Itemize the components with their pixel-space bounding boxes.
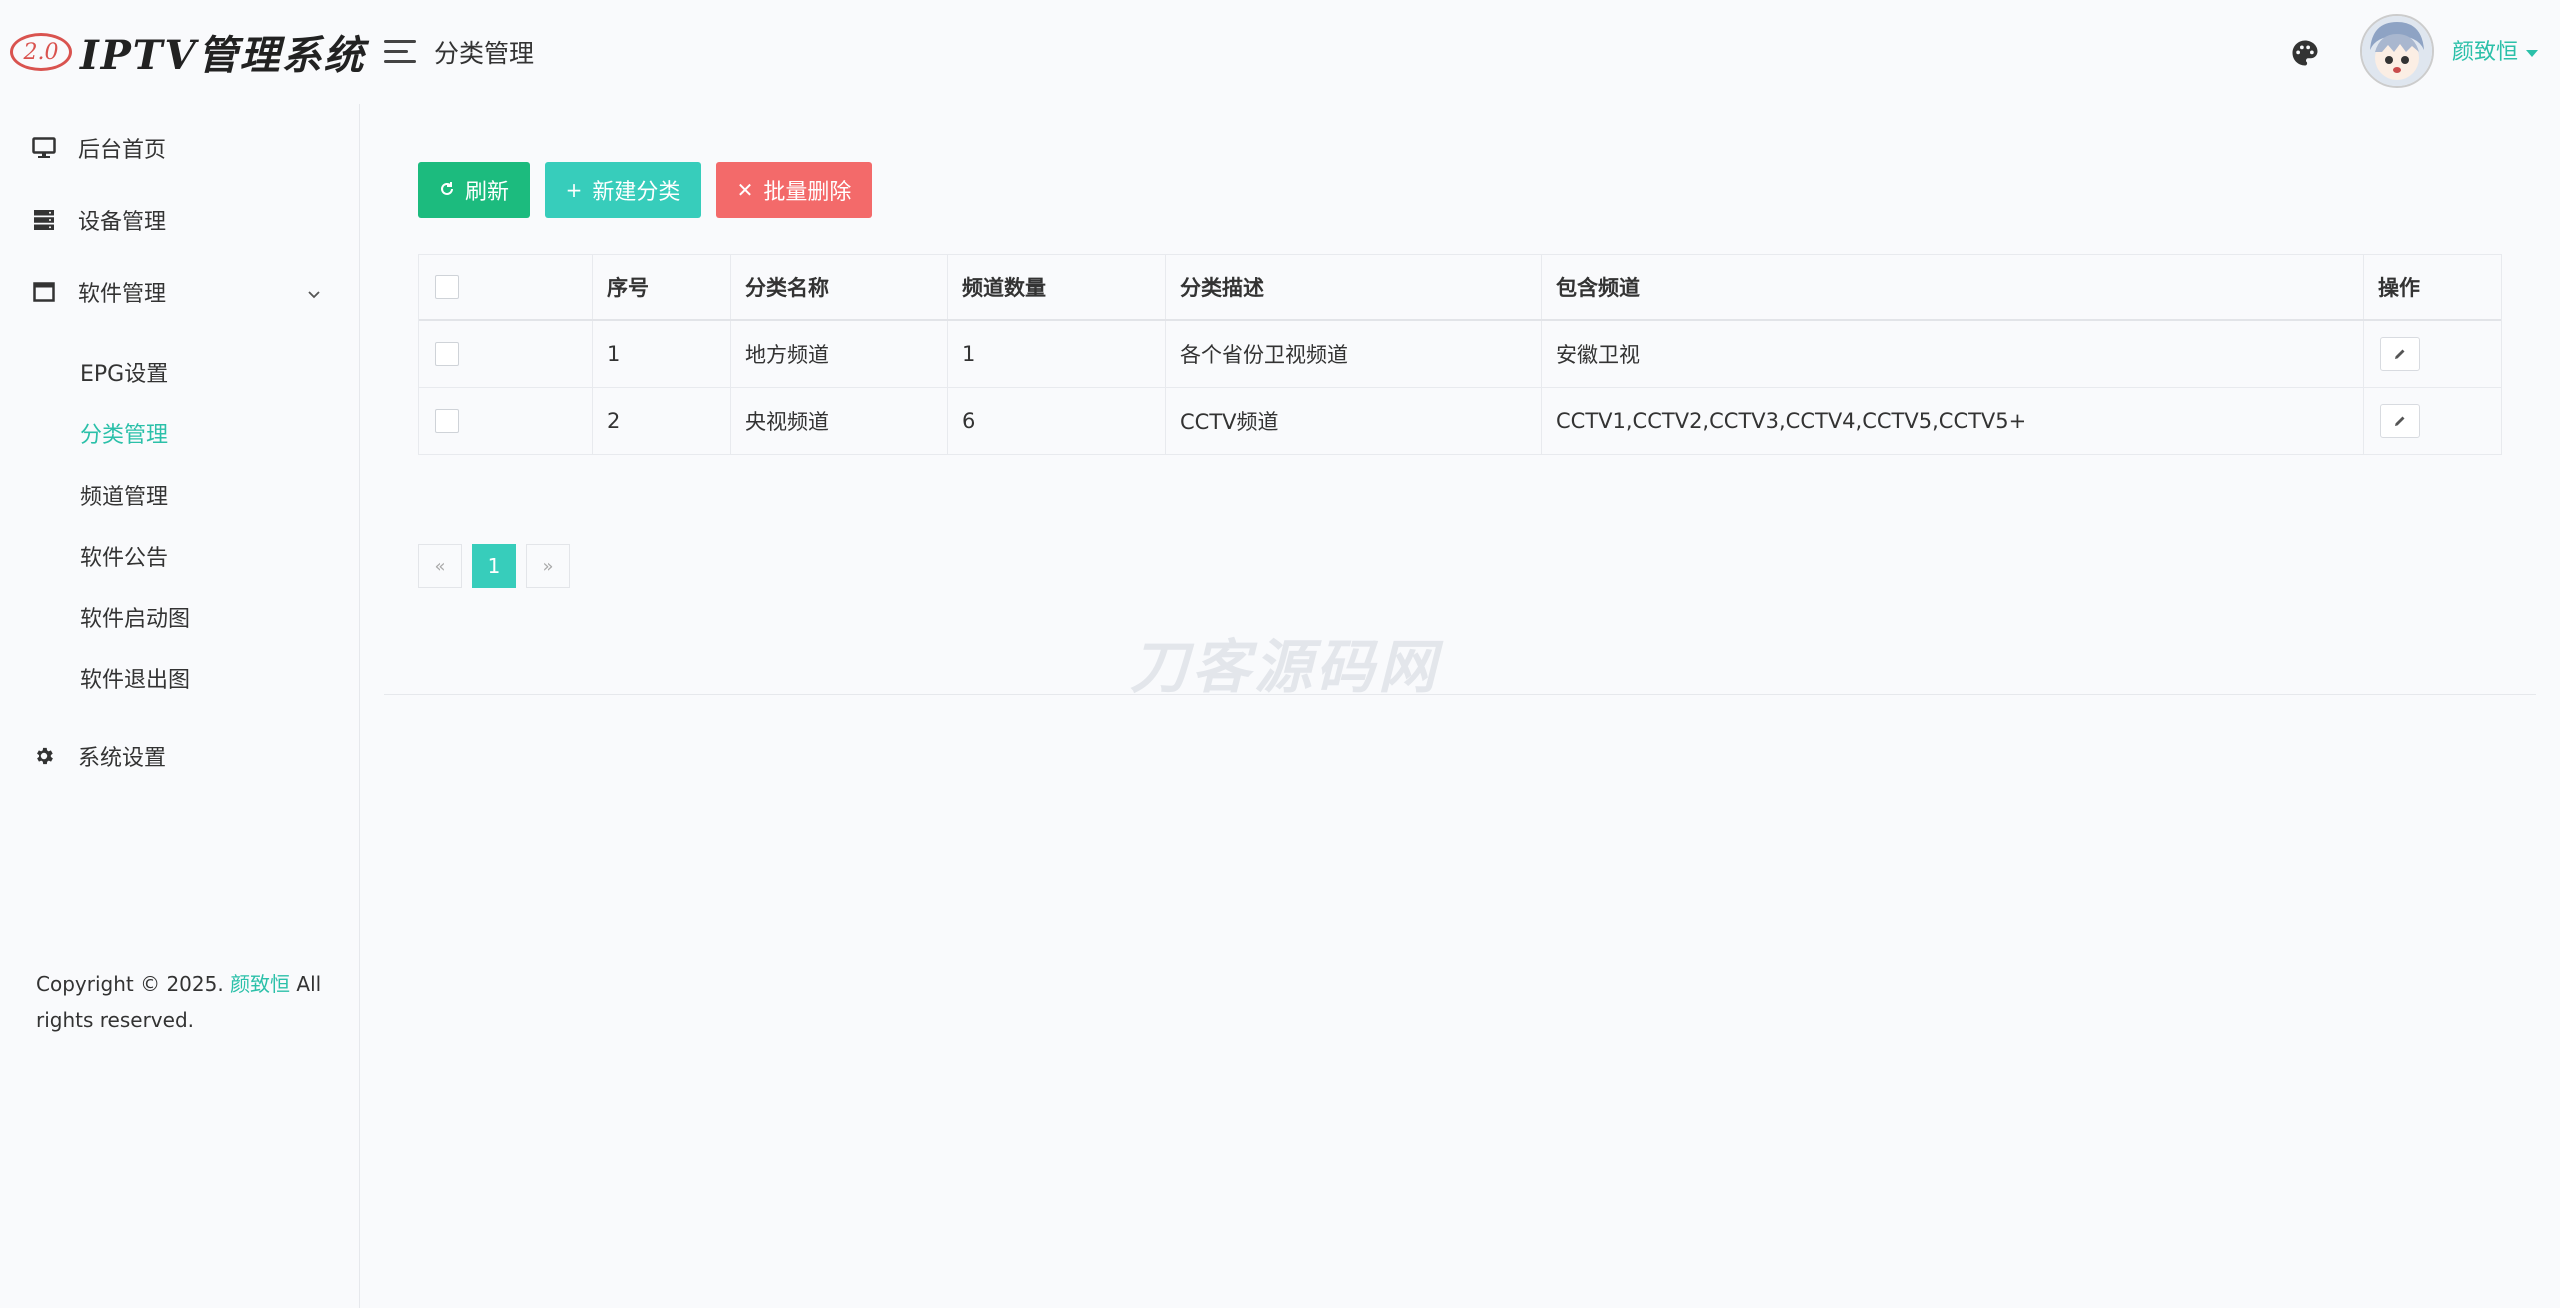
menu-toggle-icon[interactable]: [384, 38, 416, 66]
column-header-description[interactable]: 分类描述: [1165, 255, 1541, 319]
table-header: 序号 分类名称 频道数量 分类描述 包含频道 操作: [419, 255, 2501, 321]
copyright-owner-link[interactable]: 颜致恒: [230, 972, 290, 996]
logo-text: IPTV管理系统: [80, 32, 366, 79]
avatar[interactable]: [2360, 14, 2434, 88]
row-checkbox[interactable]: [435, 409, 459, 433]
sidebar-item-home[interactable]: 后台首页: [30, 128, 166, 168]
caret-down-icon: [2526, 49, 2539, 57]
sidebar-item-devices[interactable]: 设备管理: [30, 200, 166, 240]
sidebar-item-label: 系统设置: [78, 746, 167, 771]
user-name: 颜致恒: [2452, 40, 2519, 65]
pagination-prev[interactable]: «: [418, 544, 462, 588]
cell-name: 央视频道: [730, 388, 947, 454]
column-header-name[interactable]: 分类名称: [730, 255, 947, 319]
sidebar-subitem-category[interactable]: 分类管理: [80, 417, 168, 449]
close-icon: ✕: [736, 178, 754, 202]
refresh-button[interactable]: 刷新: [418, 162, 530, 218]
user-menu[interactable]: 颜致恒: [2452, 34, 2539, 66]
sidebar-item-label: 软件管理: [78, 282, 167, 307]
category-table: 序号 分类名称 频道数量 分类描述 包含频道 操作 1 地方频道 1 各个省份卫…: [418, 254, 2502, 455]
pagination-page-1[interactable]: 1: [472, 544, 516, 588]
sidebar-item-label: 设备管理: [78, 210, 167, 235]
cell-description: 各个省份卫视频道: [1165, 321, 1541, 387]
pencil-icon: [2395, 349, 2405, 359]
sidebar-subitem-channels[interactable]: 频道管理: [80, 479, 168, 511]
cell-count: 6: [947, 388, 1165, 454]
add-category-button[interactable]: + 新建分类: [545, 162, 701, 218]
cell-channels: CCTV1,CCTV2,CCTV3,CCTV4,CCTV5,CCTV5+: [1541, 388, 2363, 454]
plus-icon: +: [565, 178, 583, 202]
cell-id: 2: [592, 388, 730, 454]
cell-count: 1: [947, 321, 1165, 387]
sidebar-subitem-exit-image[interactable]: 软件退出图: [80, 662, 190, 694]
content-divider: [384, 694, 2536, 695]
chevron-down-icon[interactable]: [308, 284, 320, 303]
watermark: 刀客源码网: [1130, 633, 1441, 701]
edit-button[interactable]: [2380, 404, 2420, 438]
copyright: Copyright © 2025. 颜致恒 All rights reserve…: [36, 972, 322, 1032]
pagination: « 1 »: [418, 544, 580, 588]
batch-delete-button[interactable]: ✕ 批量删除: [716, 162, 872, 218]
palette-icon[interactable]: [2290, 38, 2320, 68]
logo-badge: 2.0: [10, 33, 72, 71]
top-bar: 2.0 IPTV管理系统 分类管理 颜致恒: [0, 0, 2560, 104]
pencil-icon: [2395, 416, 2405, 426]
column-header-actions: 操作: [2363, 255, 2503, 319]
gear-icon: [30, 742, 58, 770]
sidebar-item-label: 后台首页: [78, 138, 167, 163]
pagination-next[interactable]: »: [526, 544, 570, 588]
monitor-icon: [30, 134, 58, 162]
select-all-checkbox[interactable]: [435, 275, 459, 299]
column-header-channels[interactable]: 包含频道: [1541, 255, 2363, 319]
cell-name: 地方频道: [730, 321, 947, 387]
refresh-icon: [439, 178, 455, 202]
logo[interactable]: 2.0 IPTV管理系统: [10, 22, 366, 82]
sidebar-subitem-epg[interactable]: EPG设置: [80, 356, 168, 388]
sidebar-subitem-splash[interactable]: 软件启动图: [80, 601, 190, 633]
column-header-count[interactable]: 频道数量: [947, 255, 1165, 319]
table-row: 2 央视频道 6 CCTV频道 CCTV1,CCTV2,CCTV3,CCTV4,…: [419, 388, 2501, 454]
cell-id: 1: [592, 321, 730, 387]
sidebar-subitem-announcement[interactable]: 软件公告: [80, 540, 168, 572]
row-checkbox[interactable]: [435, 342, 459, 366]
server-icon: [30, 206, 58, 234]
edit-button[interactable]: [2380, 337, 2420, 371]
sidebar-item-software[interactable]: 软件管理: [30, 272, 166, 312]
sidebar: 后台首页 设备管理 软件管理 EPG设置 分类管理 频道管理 软件公告 软件启动…: [0, 104, 360, 1308]
breadcrumb: 分类管理: [434, 39, 535, 68]
cell-channels: 安徽卫视: [1541, 321, 2363, 387]
window-icon: [30, 278, 58, 306]
table-row: 1 地方频道 1 各个省份卫视频道 安徽卫视: [419, 321, 2501, 388]
sidebar-item-settings[interactable]: 系统设置: [30, 736, 166, 776]
cell-description: CCTV频道: [1165, 388, 1541, 454]
column-header-id[interactable]: 序号: [592, 255, 730, 319]
